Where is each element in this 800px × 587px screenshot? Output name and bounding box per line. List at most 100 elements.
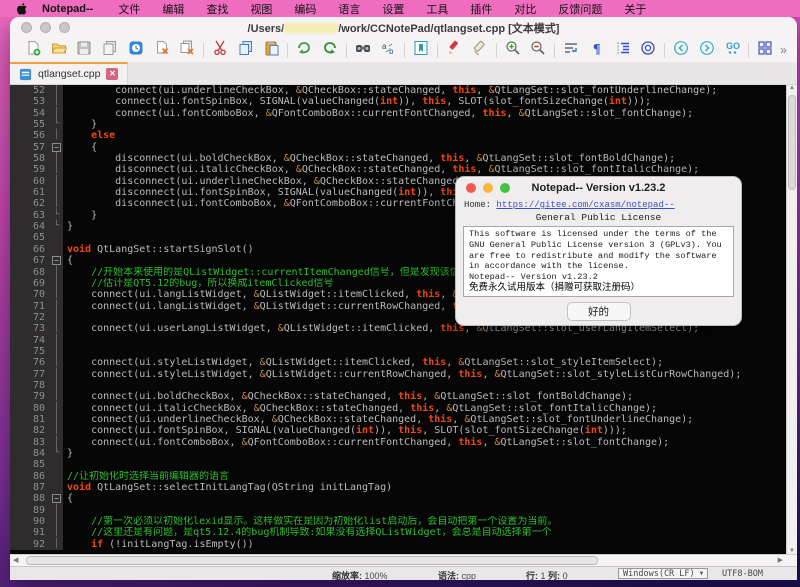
paste-button[interactable]: [259, 40, 285, 60]
license-heading: General Public License: [456, 210, 741, 226]
show-symbol-button[interactable]: ¶: [584, 40, 610, 60]
close-file-button[interactable]: [149, 40, 175, 60]
code-text: [63, 380, 786, 391]
code-line-58[interactable]: 58│ disconnect(ui.boldCheckBox, &QCheckB…: [10, 153, 786, 164]
menu-item-对比[interactable]: 对比: [514, 1, 536, 17]
line-number: 68: [10, 267, 50, 278]
menu-item-设置[interactable]: 设置: [382, 1, 404, 17]
fold-marker[interactable]: −: [50, 493, 63, 504]
indent-guide-button[interactable]: [610, 40, 636, 60]
scroll-up-arrow-icon[interactable]: ▲: [787, 85, 797, 91]
scroll-right-arrow-icon[interactable]: ▶: [778, 556, 783, 564]
focus-mode-button[interactable]: [635, 40, 661, 60]
code-line-75[interactable]: 75│: [10, 346, 786, 357]
fold-marker[interactable]: −: [50, 255, 63, 266]
code-text: }: [63, 448, 786, 459]
code-line-52[interactable]: 52│ connect(ui.underlineCheckBox, &QChec…: [10, 85, 786, 96]
code-line-89[interactable]: 89│: [10, 505, 786, 516]
undo-button[interactable]: [291, 40, 317, 60]
menu-item-工具[interactable]: 工具: [426, 1, 448, 17]
line-number: 77: [10, 369, 50, 380]
save-copy-button[interactable]: [97, 40, 123, 60]
code-line-78[interactable]: 78│: [10, 380, 786, 391]
code-line-55[interactable]: 55└ }: [10, 119, 786, 130]
nav-forward-button[interactable]: [694, 40, 720, 60]
code-line-90[interactable]: 90│ //第一次必须以初始化lexid显示。这样做实在是因为初始化list启动…: [10, 516, 786, 527]
code-line-57[interactable]: 57− {: [10, 142, 786, 153]
copy-button[interactable]: [233, 40, 259, 60]
window-manager-button[interactable]: [752, 40, 778, 60]
menu-item-视图[interactable]: 视图: [250, 1, 272, 17]
eol-format-select[interactable]: Windows(CR LF)▼: [618, 568, 708, 579]
redo-button[interactable]: [317, 40, 343, 60]
code-line-83[interactable]: 83│ connect(ui.fontComboBox, &QFontCombo…: [10, 437, 786, 448]
line-number: 67: [10, 255, 50, 266]
horizontal-scroll-thumb[interactable]: [26, 556, 598, 565]
dialog-titlebar[interactable]: Notepad-- Version v1.23.2: [456, 177, 741, 198]
replace-button[interactable]: ab: [376, 40, 402, 60]
apple-menu-icon[interactable]: [12, 3, 32, 15]
fold-marker[interactable]: −: [50, 142, 63, 153]
cut-icon: [212, 40, 228, 61]
bookmark-button[interactable]: [408, 40, 434, 60]
code-line-76[interactable]: 76│ connect(ui.styleListWidget, &QListWi…: [10, 357, 786, 368]
scroll-left-arrow-icon[interactable]: ◀: [13, 556, 18, 564]
code-line-56[interactable]: 56│ else: [10, 130, 786, 141]
code-line-53[interactable]: 53│ connect(ui.fontSpinBox, SIGNAL(value…: [10, 96, 786, 107]
menubar-app-name[interactable]: Notepad--: [42, 3, 93, 15]
new-file-button[interactable]: [20, 40, 46, 60]
code-line-81[interactable]: 81│ connect(ui.underlineCheckBox, &QChec…: [10, 414, 786, 425]
svg-text:¶: ¶: [593, 42, 601, 56]
menu-item-编码[interactable]: 编码: [294, 1, 316, 17]
find-button[interactable]: [350, 40, 376, 60]
code-text: connect(ui.fontComboBox, &QFontComboBox:…: [63, 437, 786, 448]
tab-qtlangset[interactable]: qtlangset.cpp ✕: [10, 62, 128, 84]
fold-marker: └: [50, 119, 63, 130]
ok-button[interactable]: 好的: [567, 302, 631, 321]
code-line-85[interactable]: 85: [10, 459, 786, 470]
word-wrap-icon: [563, 40, 579, 61]
vertical-scroll-thumb[interactable]: [788, 95, 796, 190]
window-titlebar[interactable]: /Users//work/CCNotePad/qtlangset.cpp [文本…: [10, 17, 797, 38]
code-line-92[interactable]: 92│ if (!initLangTag.isEmpty()): [10, 539, 786, 550]
zoom-in-button[interactable]: [500, 40, 526, 60]
save-session-button[interactable]: [123, 40, 149, 60]
code-line-59[interactable]: 59│ disconnect(ui.italicCheckBox, &QChec…: [10, 164, 786, 175]
code-line-82[interactable]: 82│ connect(ui.fontSpinBox, SIGNAL(value…: [10, 425, 786, 436]
nav-back-button[interactable]: [668, 40, 694, 60]
vertical-scrollbar[interactable]: ▲ ▼: [786, 85, 797, 554]
code-line-77[interactable]: 77│ connect(ui.styleListWidget, &QListWi…: [10, 369, 786, 380]
code-line-79[interactable]: 79│ connect(ui.boldCheckBox, &QCheckBox:…: [10, 391, 786, 402]
code-line-87[interactable]: 87void QtLangSet::selectInitLangTag(QStr…: [10, 482, 786, 493]
fold-marker: │: [50, 403, 63, 414]
menu-item-编辑[interactable]: 编辑: [162, 1, 184, 17]
goto-line-button[interactable]: GO: [720, 40, 746, 60]
mark-highlight-button[interactable]: [441, 40, 467, 60]
code-line-74[interactable]: 74│: [10, 335, 786, 346]
open-file-button[interactable]: [46, 40, 72, 60]
gitee-link[interactable]: https://gitee.com/cxasm/notepad--: [496, 200, 674, 210]
zoom-out-button[interactable]: [525, 40, 551, 60]
code-line-80[interactable]: 80│ connect(ui.italicCheckBox, &QCheckBo…: [10, 403, 786, 414]
menu-item-语言[interactable]: 语言: [338, 1, 360, 17]
menu-item-反馈问题[interactable]: 反馈问题: [558, 1, 602, 17]
cut-button[interactable]: [207, 40, 233, 60]
undo-icon: [296, 40, 312, 61]
menu-item-关于[interactable]: 关于: [624, 1, 646, 17]
tab-close-icon[interactable]: ✕: [106, 68, 118, 80]
save-button[interactable]: [72, 40, 98, 60]
clear-mark-button[interactable]: [467, 40, 493, 60]
code-line-91[interactable]: 91│ //这里还是有问题，是qt5.12.4的bug机制导致:如果没有选择QL…: [10, 527, 786, 538]
code-line-86[interactable]: 86//让初始化时选择当前编辑器的语言: [10, 471, 786, 482]
close-all-button[interactable]: [175, 40, 201, 60]
word-wrap-button[interactable]: [558, 40, 584, 60]
code-line-84[interactable]: 84└}: [10, 448, 786, 459]
menu-item-查找[interactable]: 查找: [206, 1, 228, 17]
horizontal-scrollbar[interactable]: ◀ ▶: [10, 554, 797, 566]
toolbar-overflow-icon[interactable]: »: [780, 43, 787, 57]
menu-item-插件[interactable]: 插件: [470, 1, 492, 17]
menu-item-文件[interactable]: 文件: [118, 1, 140, 17]
code-line-88[interactable]: 88−{: [10, 493, 786, 504]
fold-marker: │: [50, 369, 63, 380]
code-line-54[interactable]: 54│ connect(ui.fontComboBox, &QFontCombo…: [10, 108, 786, 119]
